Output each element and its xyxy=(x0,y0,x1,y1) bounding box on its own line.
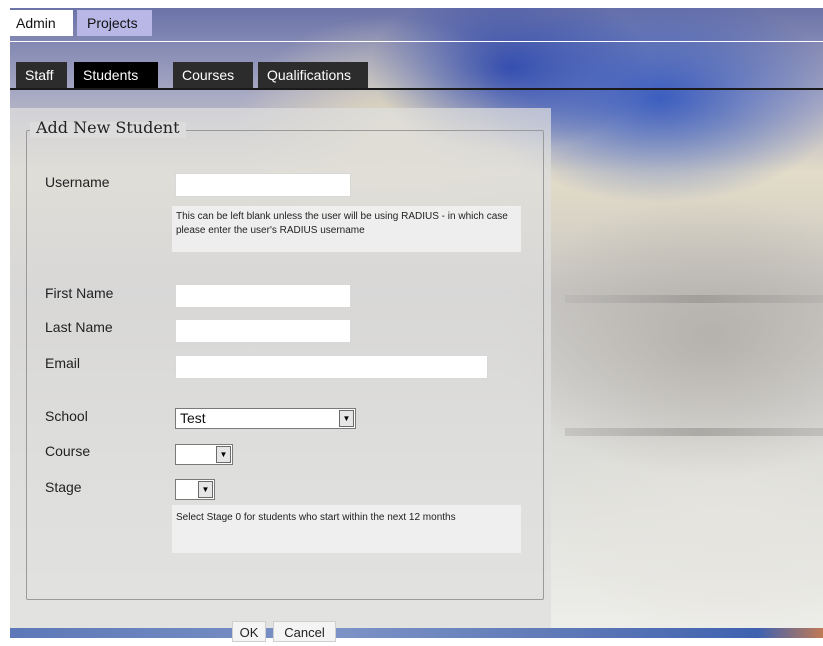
username-input[interactable] xyxy=(175,173,351,197)
school-select[interactable]: Test ▼ xyxy=(175,408,356,429)
subtab-staff[interactable]: Staff xyxy=(16,62,67,88)
last-name-label: Last Name xyxy=(45,319,113,335)
tab-projects[interactable]: Projects xyxy=(77,10,152,36)
subtab-students[interactable]: Students xyxy=(74,62,158,88)
stage-select[interactable]: ▼ xyxy=(175,479,215,500)
course-select[interactable]: ▼ xyxy=(175,444,233,465)
cancel-button[interactable]: Cancel xyxy=(273,621,336,642)
school-select-value: Test xyxy=(180,410,206,426)
first-name-label: First Name xyxy=(45,285,114,301)
stage-help-text: Select Stage 0 for students who start wi… xyxy=(172,505,521,553)
chevron-down-icon[interactable]: ▼ xyxy=(216,446,231,463)
email-input[interactable] xyxy=(175,355,488,379)
footer-strip xyxy=(10,628,823,638)
chevron-down-icon[interactable]: ▼ xyxy=(339,410,354,427)
subtab-qualifications[interactable]: Qualifications xyxy=(258,62,368,88)
username-help-text: This can be left blank unless the user w… xyxy=(172,206,521,252)
subtab-courses[interactable]: Courses xyxy=(173,62,253,88)
stage-label: Stage xyxy=(45,479,82,495)
form-legend: Add New Student xyxy=(36,118,180,137)
username-label: Username xyxy=(45,174,110,190)
course-label: Course xyxy=(45,443,91,459)
first-name-input[interactable] xyxy=(175,284,351,308)
email-label: Email xyxy=(45,355,81,371)
tab-admin[interactable]: Admin xyxy=(6,10,73,36)
background-decoration xyxy=(565,295,823,303)
chevron-down-icon[interactable]: ▼ xyxy=(198,481,213,498)
school-label: School xyxy=(45,408,88,424)
background-decoration xyxy=(565,428,823,436)
subnav-divider xyxy=(10,88,823,90)
last-name-input[interactable] xyxy=(175,319,351,343)
ok-button[interactable]: OK xyxy=(232,621,266,642)
